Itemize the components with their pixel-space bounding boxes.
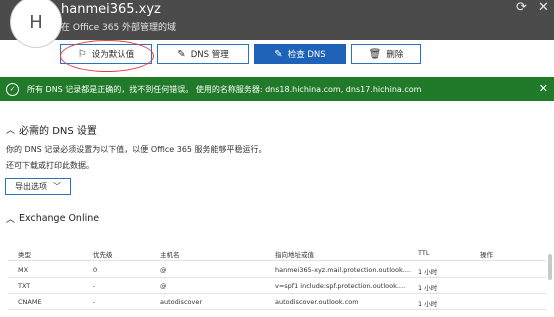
flag-icon: ⚐: [77, 48, 87, 60]
row-divider: [8, 293, 546, 294]
avatar: H: [10, 0, 62, 48]
export-options-button[interactable]: 导出选项 ﹀: [5, 178, 71, 195]
set-default-button[interactable]: ⚐ 设为默认值: [60, 44, 152, 64]
pencil-icon: ✎: [177, 48, 186, 60]
header-divider: [8, 260, 546, 261]
check-dns-label: 检查 DNS: [287, 50, 326, 60]
dismiss-icon[interactable]: ✕: [539, 82, 548, 95]
row-divider: [8, 309, 546, 310]
row-mx-host: @: [160, 266, 167, 274]
export-label: 导出选项: [15, 182, 47, 191]
dns-download-note: 还可下载或打印此数据。: [6, 161, 94, 170]
row-cname-value[interactable]: autodiscover.outlook.com: [275, 298, 359, 306]
row-cname-host: autodiscover: [160, 298, 203, 306]
chevron-up-icon: ︿: [6, 215, 16, 225]
row-cname-type: CNAME: [18, 298, 42, 306]
row-cname-priority: -: [93, 298, 96, 306]
domain-title: hanmei365.xyz: [61, 2, 161, 17]
col-action: 操作: [480, 251, 493, 259]
scrollbar-thumb[interactable]: [548, 254, 552, 280]
wrench-icon: ✎: [274, 48, 283, 60]
row-mx-ttl: 1 小时: [418, 268, 438, 276]
chevron-up-icon: ︿: [6, 126, 16, 136]
dns-manage-label: DNS 管理: [190, 50, 229, 60]
dns-section-title: 必需的 DNS 设置: [19, 126, 97, 137]
dns-section-header[interactable]: ︿ 必需的 DNS 设置: [6, 122, 97, 137]
check-icon: ✓: [6, 82, 19, 96]
status-message: 所有 DNS 记录都是正确的，找不到任何错误。 使用的名称服务器: dns18.…: [27, 84, 422, 94]
domain-toolbar: ⚐ 设为默认值 ✎ DNS 管理 ✎ 检查 DNS 🗑 删除: [60, 44, 421, 66]
dns-description: 你的 DNS 记录必须设置为以下值，以便 Office 365 服务能够平稳运行…: [6, 145, 267, 154]
dns-manage-button[interactable]: ✎ DNS 管理: [157, 44, 249, 64]
set-default-label: 设为默认值: [91, 50, 135, 60]
row-mx-priority: 0: [93, 266, 98, 274]
row-txt-priority: -: [93, 282, 96, 290]
domain-subtitle: 在 Office 365 外部管理的域: [61, 23, 177, 33]
col-value: 指向地址或值: [275, 251, 314, 259]
row-txt-ttl: 1 小时: [418, 284, 438, 292]
col-type: 类型: [18, 251, 31, 259]
col-priority: 优先级: [93, 251, 113, 259]
exchange-title: Exchange Online: [19, 213, 100, 224]
close-icon[interactable]: ✕: [538, 0, 549, 15]
row-txt-value[interactable]: v=spf1 include:spf.protection.outlook...…: [275, 282, 405, 290]
row-mx-value[interactable]: hanmei365-xyz.mail.protection.outlook...…: [275, 266, 411, 274]
delete-label: 删除: [386, 50, 404, 60]
row-divider: [8, 277, 546, 278]
row-cname-ttl: 1 小时: [418, 300, 438, 308]
exchange-section-header[interactable]: ︿ Exchange Online: [6, 212, 99, 225]
status-bar: ✓ 所有 DNS 记录都是正确的，找不到任何错误。 使用的名称服务器: dns1…: [0, 77, 554, 101]
check-dns-button[interactable]: ✎ 检查 DNS: [254, 44, 346, 64]
avatar-letter: H: [29, 11, 43, 33]
refresh-icon[interactable]: ⟳: [516, 0, 527, 15]
trash-icon: 🗑: [368, 48, 382, 60]
col-ttl: TTL: [418, 249, 430, 257]
chevron-down-icon: ﹀: [53, 182, 61, 191]
row-txt-type: TXT: [18, 282, 31, 290]
row-mx-type: MX: [18, 266, 29, 274]
col-hostname: 主机名: [160, 251, 180, 259]
row-txt-host: @: [160, 282, 167, 290]
delete-button[interactable]: 🗑 删除: [351, 44, 421, 64]
domain-header: H hanmei365.xyz 在 Office 365 外部管理的域 ⟳ ✕: [0, 0, 554, 48]
